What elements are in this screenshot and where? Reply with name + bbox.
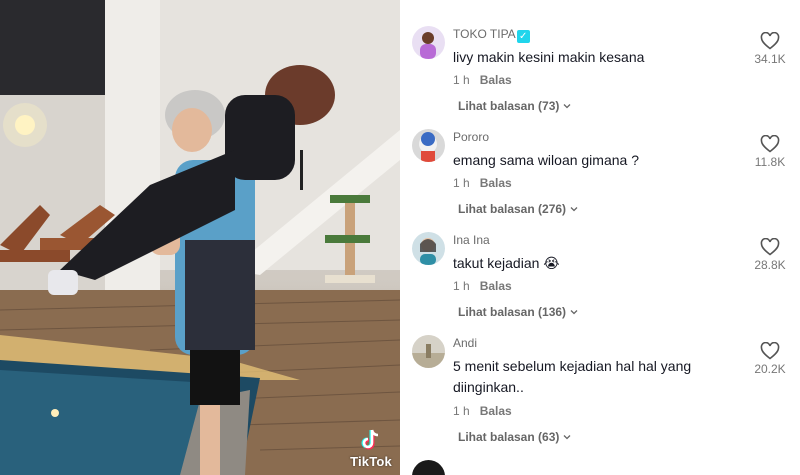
video-player[interactable]: TikTok	[0, 0, 400, 475]
heart-outline-icon	[760, 342, 780, 360]
verified-badge-icon: ✓	[516, 30, 530, 43]
like-count: 11.8K	[754, 155, 786, 169]
comment-username[interactable]: Ina Ina	[453, 233, 490, 247]
like-button[interactable]: 28.8K	[750, 238, 790, 272]
comment-meta: 1 h Balas	[453, 279, 512, 293]
comments-panel[interactable]: TOKO TIPA ✓ livy makin kesini makin kesan…	[400, 0, 800, 475]
comment-meta: 1 h Balas	[453, 404, 512, 418]
heart-outline-icon	[760, 32, 780, 50]
tiktok-watermark: TikTok	[350, 428, 392, 469]
comment-time: 1 h	[453, 404, 470, 418]
comment-meta: 1 h Balas	[453, 176, 512, 190]
comment-text: takut kejadian 😭	[453, 255, 560, 271]
comment-username[interactable]: TOKO TIPA ✓	[453, 27, 530, 43]
view-replies-button[interactable]: Lihat balasan (136)	[458, 305, 579, 319]
like-count: 20.2K	[754, 362, 786, 376]
comment-meta: 1 h Balas	[453, 73, 512, 87]
like-button[interactable]: 11.8K	[750, 135, 790, 169]
reply-button[interactable]: Balas	[480, 73, 512, 87]
reply-button[interactable]: Balas	[480, 176, 512, 190]
avatar[interactable]	[412, 232, 445, 265]
comment-time: 1 h	[453, 176, 470, 190]
view-replies-label: Lihat balasan (73)	[458, 99, 560, 113]
view-replies-button[interactable]: Lihat balasan (73)	[458, 99, 572, 113]
tiktok-watermark-text: TikTok	[350, 454, 392, 469]
avatar[interactable]	[412, 460, 445, 475]
view-replies-label: Lihat balasan (276)	[458, 202, 567, 216]
heart-outline-icon	[760, 238, 780, 256]
chevron-down-icon	[563, 104, 571, 109]
like-count: 28.8K	[754, 258, 786, 272]
comment-username[interactable]: Pororo	[453, 130, 489, 144]
avatar[interactable]	[412, 335, 445, 368]
avatar[interactable]	[412, 26, 445, 59]
comment-username[interactable]: Andi	[453, 336, 477, 350]
reply-button[interactable]: Balas	[480, 279, 512, 293]
like-button[interactable]: 20.2K	[750, 342, 790, 376]
chevron-down-icon	[563, 435, 571, 440]
view-replies-button[interactable]: Lihat balasan (63)	[458, 430, 572, 444]
view-replies-label: Lihat balasan (136)	[458, 305, 567, 319]
like-button[interactable]: 34.1K	[750, 32, 790, 66]
comment-text: 5 menit sebelum kejadian hal hal yang di…	[453, 358, 692, 395]
like-count: 34.1K	[754, 52, 786, 66]
comment-text: emang sama wiloan gimana ?	[453, 152, 639, 168]
heart-outline-icon	[760, 135, 780, 153]
comment-time: 1 h	[453, 73, 470, 87]
view-replies-button[interactable]: Lihat balasan (276)	[458, 202, 579, 216]
chevron-down-icon	[570, 207, 578, 212]
chevron-down-icon	[570, 310, 578, 315]
comment-text: livy makin kesini makin kesana	[453, 49, 645, 65]
reply-button[interactable]: Balas	[480, 404, 512, 418]
view-replies-label: Lihat balasan (63)	[458, 430, 560, 444]
video-frame	[0, 0, 400, 475]
tiktok-logo-icon	[361, 429, 379, 450]
comment-time: 1 h	[453, 279, 470, 293]
avatar[interactable]	[412, 129, 445, 162]
